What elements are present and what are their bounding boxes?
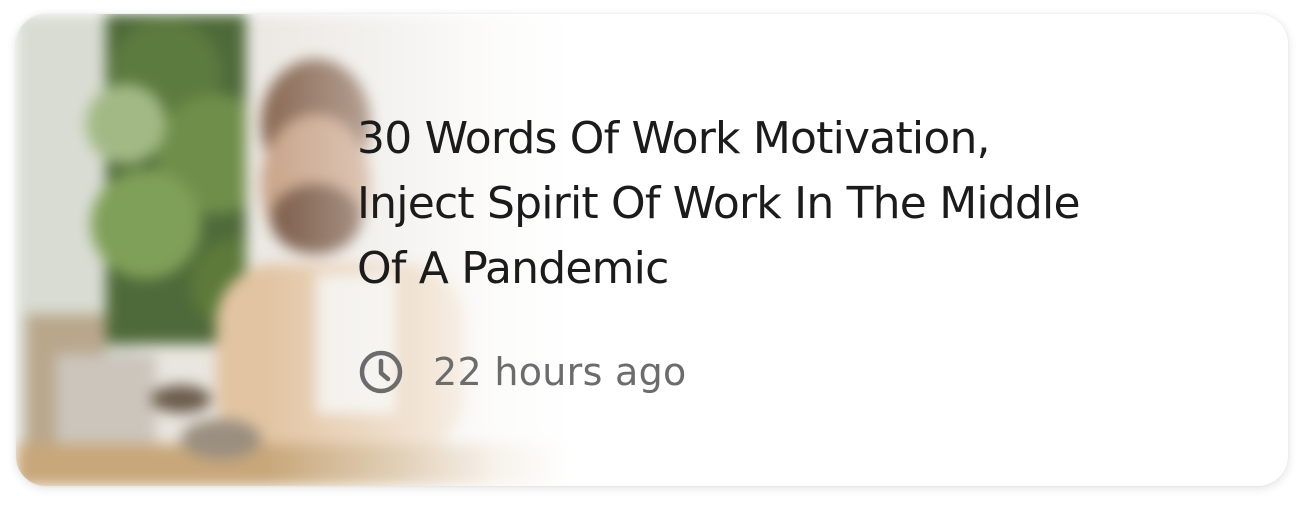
article-title-line-2: Inject Spirit Of Work In The Middle: [357, 178, 1081, 229]
article-timestamp: 22 hours ago: [433, 350, 687, 394]
article-title-block[interactable]: 30 Words Of Work Motivation, Inject Spir…: [357, 106, 1237, 301]
clock-icon: [357, 348, 405, 396]
article-meta: 22 hours ago: [357, 348, 687, 396]
article-title-line-3: Of A Pandemic: [357, 243, 669, 294]
article-card[interactable]: 30 Words Of Work Motivation, Inject Spir…: [16, 14, 1288, 486]
article-title-line-1: 30 Words Of Work Motivation,: [357, 113, 991, 164]
article-title[interactable]: 30 Words Of Work Motivation, Inject Spir…: [357, 106, 1237, 301]
